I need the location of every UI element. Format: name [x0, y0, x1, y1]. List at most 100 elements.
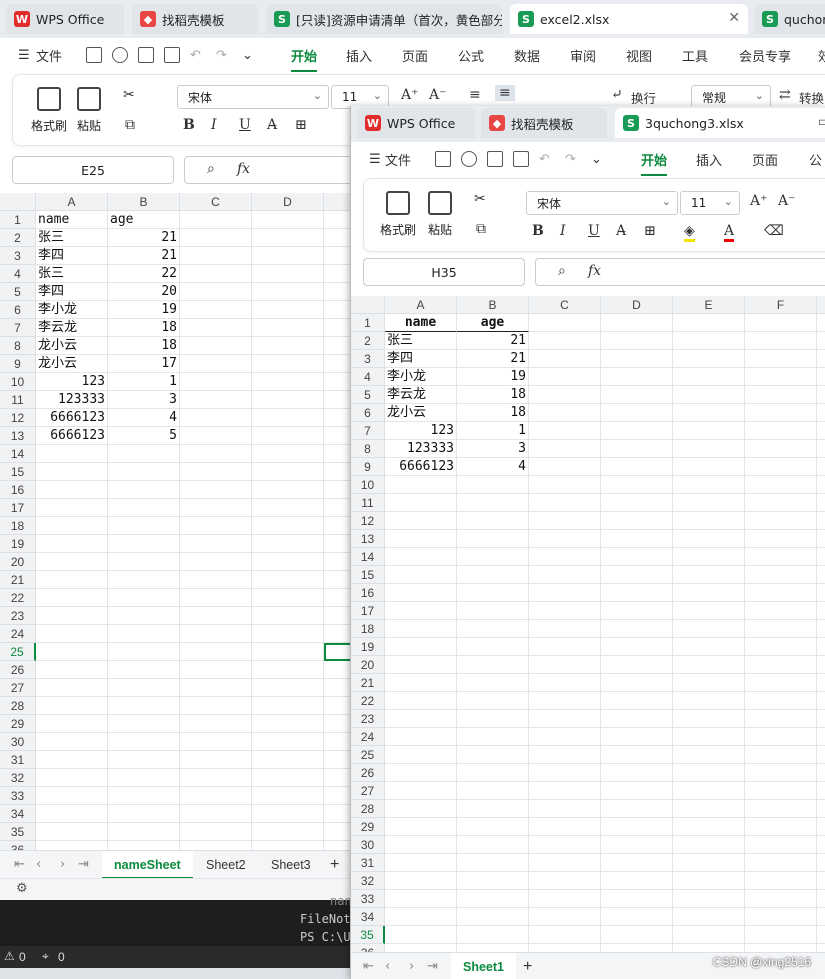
add-sheet-button[interactable]: +	[511, 953, 544, 979]
cell[interactable]	[36, 535, 108, 553]
cell-b[interactable]: 19	[457, 368, 529, 386]
cell-b[interactable]: 22	[108, 265, 180, 283]
cell[interactable]	[180, 229, 252, 247]
row-header[interactable]: 29	[351, 818, 385, 836]
cell[interactable]	[385, 746, 457, 764]
cell[interactable]	[673, 458, 745, 476]
cell[interactable]	[745, 782, 817, 800]
cell[interactable]	[385, 836, 457, 854]
cell[interactable]	[673, 422, 745, 440]
first-sheet-icon[interactable]: ⇤	[363, 959, 374, 974]
print-preview-icon[interactable]	[513, 151, 529, 167]
cell[interactable]	[745, 638, 817, 656]
cell[interactable]	[601, 350, 673, 368]
row-header[interactable]: 24	[351, 728, 385, 746]
row-header[interactable]: 17	[351, 602, 385, 620]
cell[interactable]	[385, 638, 457, 656]
cell[interactable]	[385, 818, 457, 836]
increase-font-icon[interactable]: A⁺	[750, 193, 768, 209]
chevron-down-icon[interactable]: ⌄	[242, 48, 253, 63]
cell[interactable]	[180, 211, 252, 229]
cell-b[interactable]: 18	[457, 404, 529, 422]
cell[interactable]	[385, 494, 457, 512]
first-sheet-icon[interactable]: ⇤	[14, 857, 25, 872]
column-header[interactable]: A	[385, 296, 457, 314]
cell[interactable]	[180, 679, 252, 697]
cell[interactable]	[457, 584, 529, 602]
row-header[interactable]: 30	[0, 733, 36, 751]
tab-quchong[interactable]: S quchon	[754, 4, 825, 34]
copy-icon[interactable]: ⧉	[476, 221, 486, 237]
row-header[interactable]: 12	[0, 409, 36, 427]
cell[interactable]	[529, 674, 601, 692]
menu-page[interactable]: 页面	[402, 46, 428, 65]
cell[interactable]	[385, 548, 457, 566]
cell[interactable]	[36, 463, 108, 481]
cell[interactable]	[252, 499, 324, 517]
row-header[interactable]: 23	[0, 607, 36, 625]
column-header[interactable]: E	[673, 296, 745, 314]
cell[interactable]	[252, 715, 324, 733]
cell[interactable]	[601, 548, 673, 566]
cell[interactable]	[252, 247, 324, 265]
cell[interactable]	[817, 926, 825, 944]
undo-icon[interactable]: ↶	[190, 48, 201, 63]
cell[interactable]	[817, 620, 825, 638]
cell[interactable]	[36, 751, 108, 769]
share-icon[interactable]	[112, 47, 128, 63]
warning-icon[interactable]: ⚠	[4, 949, 15, 963]
cell[interactable]	[180, 733, 252, 751]
cell[interactable]	[673, 656, 745, 674]
row-header[interactable]: 13	[351, 530, 385, 548]
cell[interactable]	[745, 512, 817, 530]
cell[interactable]	[180, 355, 252, 373]
cell[interactable]	[817, 800, 825, 818]
cell[interactable]	[601, 800, 673, 818]
row-header[interactable]: 7	[351, 422, 385, 440]
underline-icon[interactable]: U	[588, 223, 600, 239]
cell[interactable]	[252, 517, 324, 535]
cell[interactable]	[108, 751, 180, 769]
cell[interactable]	[252, 823, 324, 841]
cell[interactable]	[36, 607, 108, 625]
cell-b[interactable]: 4	[108, 409, 180, 427]
cell[interactable]	[745, 728, 817, 746]
menu-member[interactable]: 会员专享	[739, 46, 791, 65]
tab-template[interactable]: ◆ 找稻壳模板	[481, 108, 607, 138]
cell[interactable]	[36, 805, 108, 823]
row-header[interactable]: 6	[0, 301, 36, 319]
cell-a[interactable]: 李四	[36, 247, 108, 265]
cell[interactable]	[252, 697, 324, 715]
row-header[interactable]: 26	[351, 764, 385, 782]
cell[interactable]	[180, 373, 252, 391]
copy-icon[interactable]: ⧉	[125, 117, 135, 133]
cell[interactable]	[457, 620, 529, 638]
row-header[interactable]: 24	[0, 625, 36, 643]
row-header[interactable]: 14	[351, 548, 385, 566]
cell[interactable]	[529, 332, 601, 350]
row-header[interactable]: 1	[351, 314, 385, 332]
tab-template[interactable]: ◆ 找稻壳模板	[132, 4, 258, 34]
font-color-icon[interactable]: A	[724, 223, 735, 242]
cell[interactable]	[745, 566, 817, 584]
row-header[interactable]: 16	[351, 584, 385, 602]
row-header[interactable]: 8	[0, 337, 36, 355]
format-painter-button[interactable]: 格式刷	[380, 191, 416, 238]
zoom-icon[interactable]: ⌕	[558, 263, 566, 279]
chevron-down-icon[interactable]: ⌄	[591, 152, 602, 167]
tab-3quchong3[interactable]: S 3quchong3.xlsx ▭	[615, 108, 825, 138]
zoom-icon[interactable]: ⌕	[207, 161, 215, 177]
print-icon[interactable]	[138, 47, 154, 63]
cell[interactable]	[529, 494, 601, 512]
menu-tools[interactable]: 工具	[682, 46, 708, 65]
cell[interactable]	[529, 728, 601, 746]
cell[interactable]	[601, 854, 673, 872]
cell[interactable]	[745, 710, 817, 728]
cell[interactable]	[601, 836, 673, 854]
print-icon[interactable]	[487, 151, 503, 167]
cell[interactable]	[745, 872, 817, 890]
cell[interactable]	[385, 854, 457, 872]
column-header[interactable]: D	[252, 193, 324, 211]
cell[interactable]	[385, 692, 457, 710]
cell[interactable]	[745, 746, 817, 764]
